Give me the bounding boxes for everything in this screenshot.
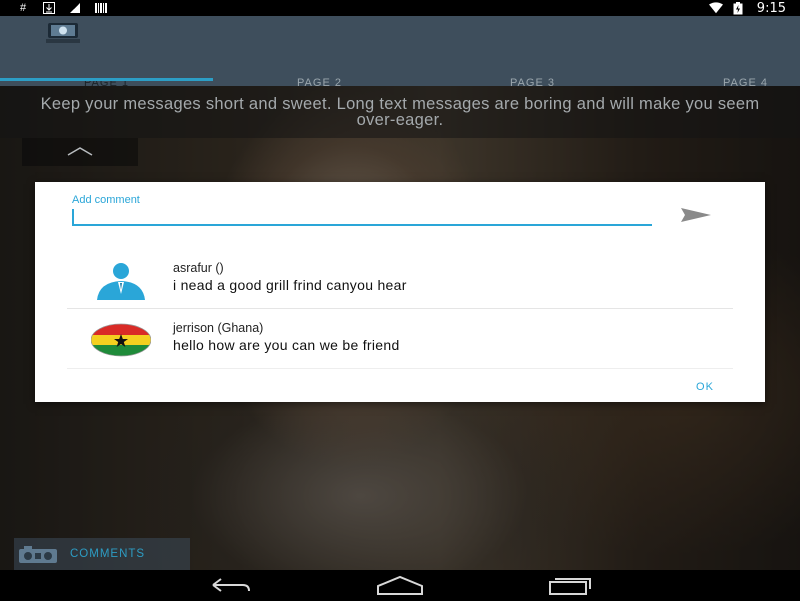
home-icon[interactable] [375,574,425,596]
barcode-icon [94,2,108,14]
ghana-flag-icon [90,320,152,360]
tip-banner: Keep your messages short and sweet. Long… [0,86,800,138]
comment-hint-label: Add comment [72,194,140,206]
hash-icon: # [19,2,27,14]
status-bar: # 9:15 [0,0,800,16]
comment-text: i nead a good grill frind canyou hear [173,277,407,293]
status-left-icons: # [16,0,108,16]
recents-icon[interactable] [545,574,595,596]
text-cursor [72,209,74,224]
ok-button[interactable]: OK [685,381,725,397]
navigation-bar [0,570,800,600]
comments-dialog: Add comment asrafur () i nead a good gri… [35,182,765,402]
comment-list-item[interactable]: jerrison (Ghana) hello how are you can w… [67,310,733,369]
comment-list-item[interactable]: asrafur () i nead a good grill frind can… [67,250,733,309]
comment-author: jerrison (Ghana) [173,321,264,335]
battery-icon [731,1,745,14]
chevron-up-icon [67,147,93,156]
checkbox-icon [68,2,82,14]
back-icon[interactable] [205,574,255,596]
send-icon [681,208,711,222]
status-time: 9:15 [756,0,786,16]
comment-text: hello how are you can we be friend [173,337,400,353]
collapse-button[interactable] [22,138,138,166]
comments-label: COMMENTS [70,548,146,560]
send-button[interactable] [675,204,715,226]
download-icon [42,2,56,14]
comment-input[interactable] [72,206,652,226]
status-right-icons: 9:15 [708,0,786,16]
app-logo-icon[interactable] [46,22,80,44]
comment-author: asrafur () [173,261,224,275]
app-header: PAGE 1 PAGE 2 PAGE 3 PAGE 4 [0,16,800,89]
user-silhouette-icon [91,260,151,300]
wifi-icon [708,2,723,14]
comments-button[interactable]: COMMENTS [14,538,190,570]
radio-icon [18,546,58,564]
active-tab-indicator [0,78,213,81]
tip-text: Keep your messages short and sweet. Long… [40,95,760,129]
